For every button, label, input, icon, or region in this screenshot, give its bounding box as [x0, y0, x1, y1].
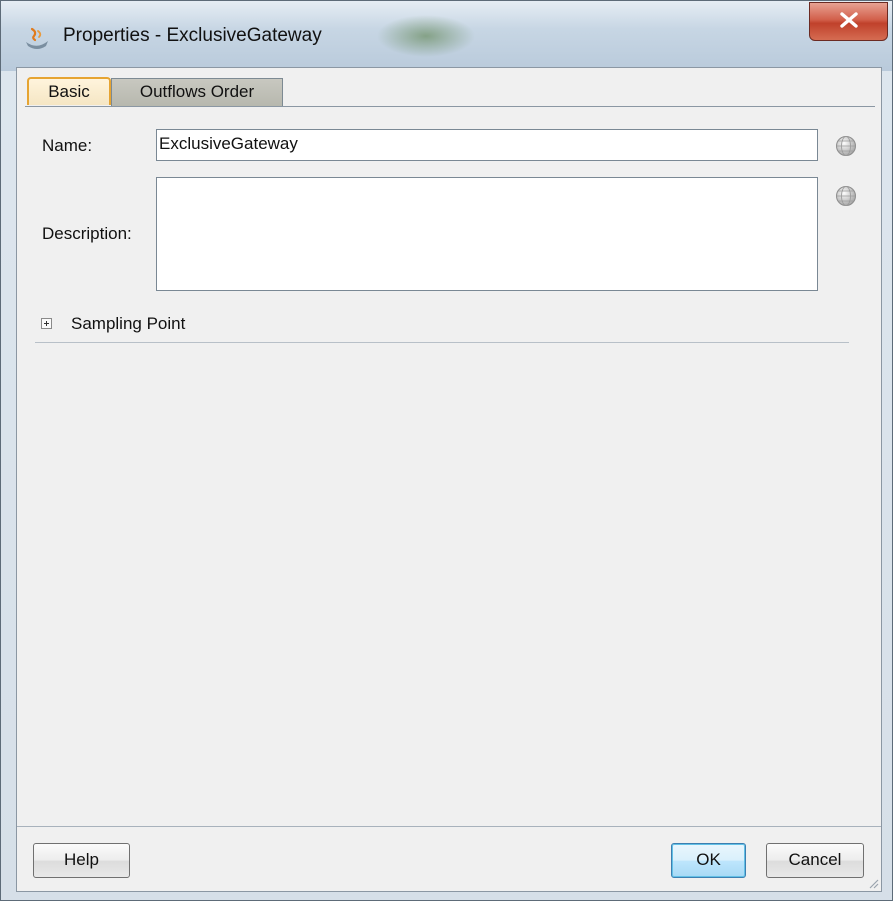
description-field[interactable]	[156, 177, 818, 291]
description-label: Description:	[42, 224, 132, 243]
name-input[interactable]	[157, 130, 799, 158]
name-field[interactable]	[156, 129, 818, 161]
tab-basic[interactable]: Basic	[27, 77, 111, 105]
sampling-point-section[interactable]: Sampling Point	[35, 314, 849, 343]
properties-dialog: Properties - ExclusiveGateway Basic Outf…	[0, 0, 893, 901]
dialog-content: Basic Outflows Order Name: Description:	[16, 67, 882, 892]
ok-button[interactable]: OK	[671, 843, 746, 878]
sampling-point-label[interactable]: Sampling Point	[71, 314, 185, 334]
cancel-button[interactable]: Cancel	[766, 843, 864, 878]
close-button[interactable]	[809, 2, 888, 41]
footer-divider	[17, 826, 881, 827]
title-bar[interactable]: Properties - ExclusiveGateway	[1, 1, 892, 71]
app-icon	[23, 26, 51, 50]
close-icon	[840, 12, 858, 28]
expand-plus-icon[interactable]	[41, 318, 52, 329]
globe-icon[interactable]	[835, 185, 857, 207]
window-title: Properties - ExclusiveGateway	[63, 25, 322, 46]
tab-outflows-order[interactable]: Outflows Order	[111, 78, 283, 106]
globe-icon[interactable]	[835, 135, 857, 157]
help-button[interactable]: Help	[33, 843, 130, 878]
resize-grip-icon[interactable]	[867, 877, 879, 889]
tab-strip: Basic Outflows Order	[25, 74, 875, 107]
name-label: Name:	[42, 136, 93, 155]
